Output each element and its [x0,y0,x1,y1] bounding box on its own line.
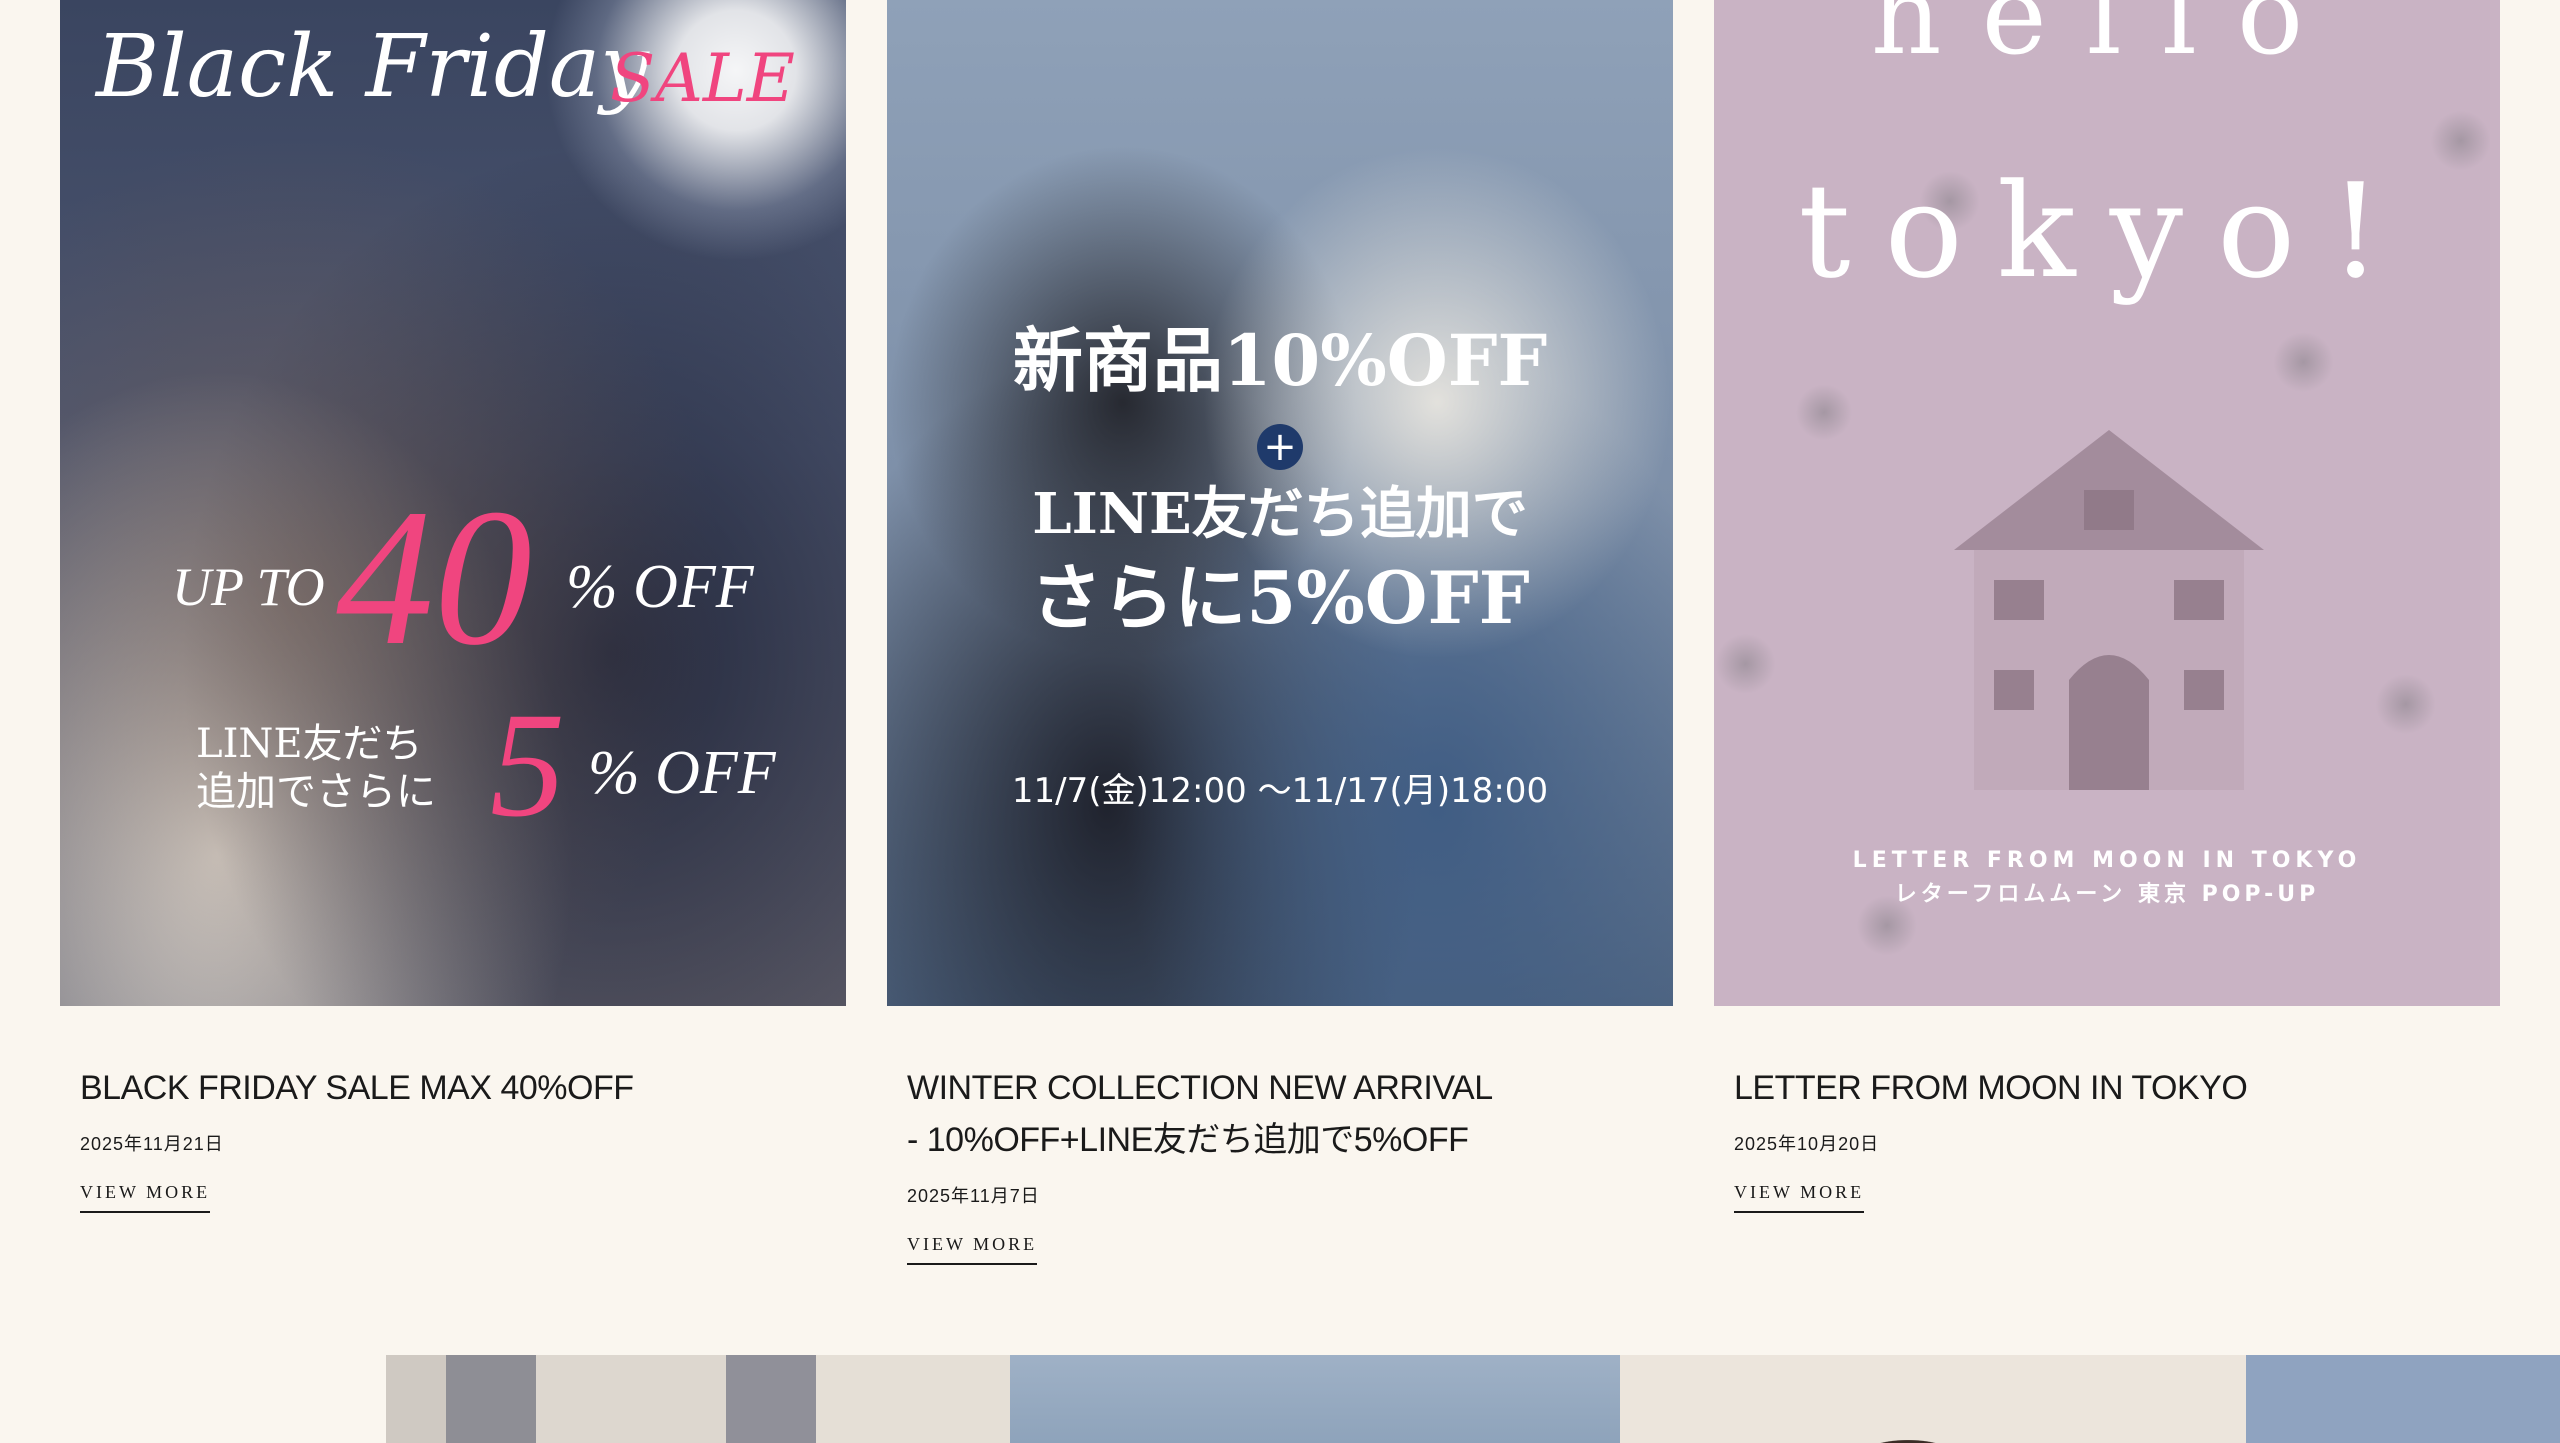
image-text-new-items-off: 新商品10%OFF [1012,319,1548,402]
news-card-title[interactable]: WINTER COLLECTION NEW ARRIVAL - 10%OFF+L… [907,1062,1507,1166]
image-text-off: % OFF [566,553,754,621]
news-card-date: 2025年10月20日 [1734,1134,1880,1154]
news-card-body: BLACK FRIDAY SALE MAX 40%OFF 2025年11月21日… [60,1062,846,1213]
image-text-big-percent: 40 [336,469,532,686]
news-card-winter-collection: 新商品10%OFF + LINE友だち追加で さらに5%OFF 11/7(金)1… [887,0,1673,1265]
image-text-off-2: % OFF [588,739,776,807]
image-text-line-offer: LINE友だち 追加でさらに [196,721,436,815]
image-text-hello: hello [1870,0,2344,79]
image-text-sale: SALE [610,40,795,117]
view-more-link[interactable]: VIEW MORE [1734,1182,1865,1213]
house-illustration-icon [1954,430,2264,790]
carousel-image[interactable] [1010,1355,1620,1443]
news-card-body: LETTER FROM MOON IN TOKYO 2025年10月20日 VI… [1714,1062,2500,1213]
carousel-image[interactable] [1620,1355,2246,1443]
news-card-title[interactable]: LETTER FROM MOON IN TOKYO [1734,1062,2334,1114]
news-card-image[interactable]: 新商品10%OFF + LINE友だち追加で さらに5%OFF 11/7(金)1… [887,0,1673,1006]
news-card-body: WINTER COLLECTION NEW ARRIVAL - 10%OFF+L… [887,1062,1673,1265]
news-card-black-friday: Black Friday SALE UP TO 40 % OFF LINE友だち… [60,0,846,1213]
carousel-image[interactable] [2246,1355,2560,1443]
image-text-caption-en: LETTER FROM MOON IN TOKYO [1852,848,2362,873]
image-carousel-strip [386,1355,2560,1443]
view-more-link[interactable]: VIEW MORE [80,1182,211,1213]
news-card-title[interactable]: BLACK FRIDAY SALE MAX 40%OFF [80,1062,680,1114]
plus-icon: + [1257,424,1303,470]
image-text-small-percent: 5 [490,682,565,848]
image-text-line-add: LINE友だち追加で [1032,481,1528,547]
image-text-period: 11/7(金)12:00 〜11/17(月)18:00 [1011,771,1549,811]
news-card-letter-from-moon: hello tokyo! LETTER FROM MOON IN TOKYO レ… [1714,0,2500,1213]
image-text-caption-jp: レターフロムムーン 東京 POP-UP [1894,882,2320,907]
news-card-image[interactable]: Black Friday SALE UP TO 40 % OFF LINE友だち… [60,0,846,1006]
news-card-date: 2025年11月7日 [907,1186,1040,1206]
image-text-extra-off: さらに5%OFF [1030,555,1530,640]
view-more-link[interactable]: VIEW MORE [907,1234,1038,1265]
news-card-image[interactable]: hello tokyo! LETTER FROM MOON IN TOKYO レ… [1714,0,2500,1006]
image-text-script-title: Black Friday [96,17,649,117]
news-card-date: 2025年11月21日 [80,1134,224,1154]
image-text-tokyo: tokyo! [1798,155,2416,307]
image-text-up-to: UP TO [172,557,325,617]
carousel-image[interactable] [386,1355,1010,1443]
